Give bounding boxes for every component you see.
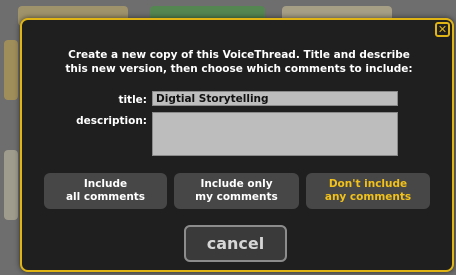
description-label: description: [76, 115, 147, 127]
button-label-line-2: any comments [324, 191, 412, 203]
cancel-button[interactable]: cancel [184, 225, 287, 262]
close-icon[interactable]: ✕ [435, 22, 450, 37]
instructions-line-2: this new version, then choose which comm… [65, 63, 413, 75]
instructions-line-1: Create a new copy of this VoiceThread. T… [68, 49, 410, 61]
include-all-comments-button[interactable]: Include all comments [44, 173, 167, 209]
button-label-line-1: Include only [200, 178, 273, 190]
title-label: title: [118, 94, 147, 106]
title-input[interactable] [152, 91, 398, 106]
dont-include-comments-button[interactable]: Don't include any comments [306, 173, 430, 209]
button-label-line-1: Include [83, 178, 128, 190]
description-input[interactable] [152, 112, 398, 156]
include-my-comments-button[interactable]: Include only my comments [174, 173, 299, 209]
background-thumbnail [4, 40, 18, 100]
copy-voicethread-dialog: ✕ Create a new copy of this VoiceThread.… [20, 18, 454, 272]
button-label-line-2: my comments [195, 191, 278, 203]
dialog-instructions: Create a new copy of this VoiceThread. T… [22, 48, 456, 76]
button-label-line-2: all comments [65, 191, 146, 203]
background-thumbnail [4, 150, 18, 220]
button-label-line-1: Don't include [328, 178, 408, 190]
